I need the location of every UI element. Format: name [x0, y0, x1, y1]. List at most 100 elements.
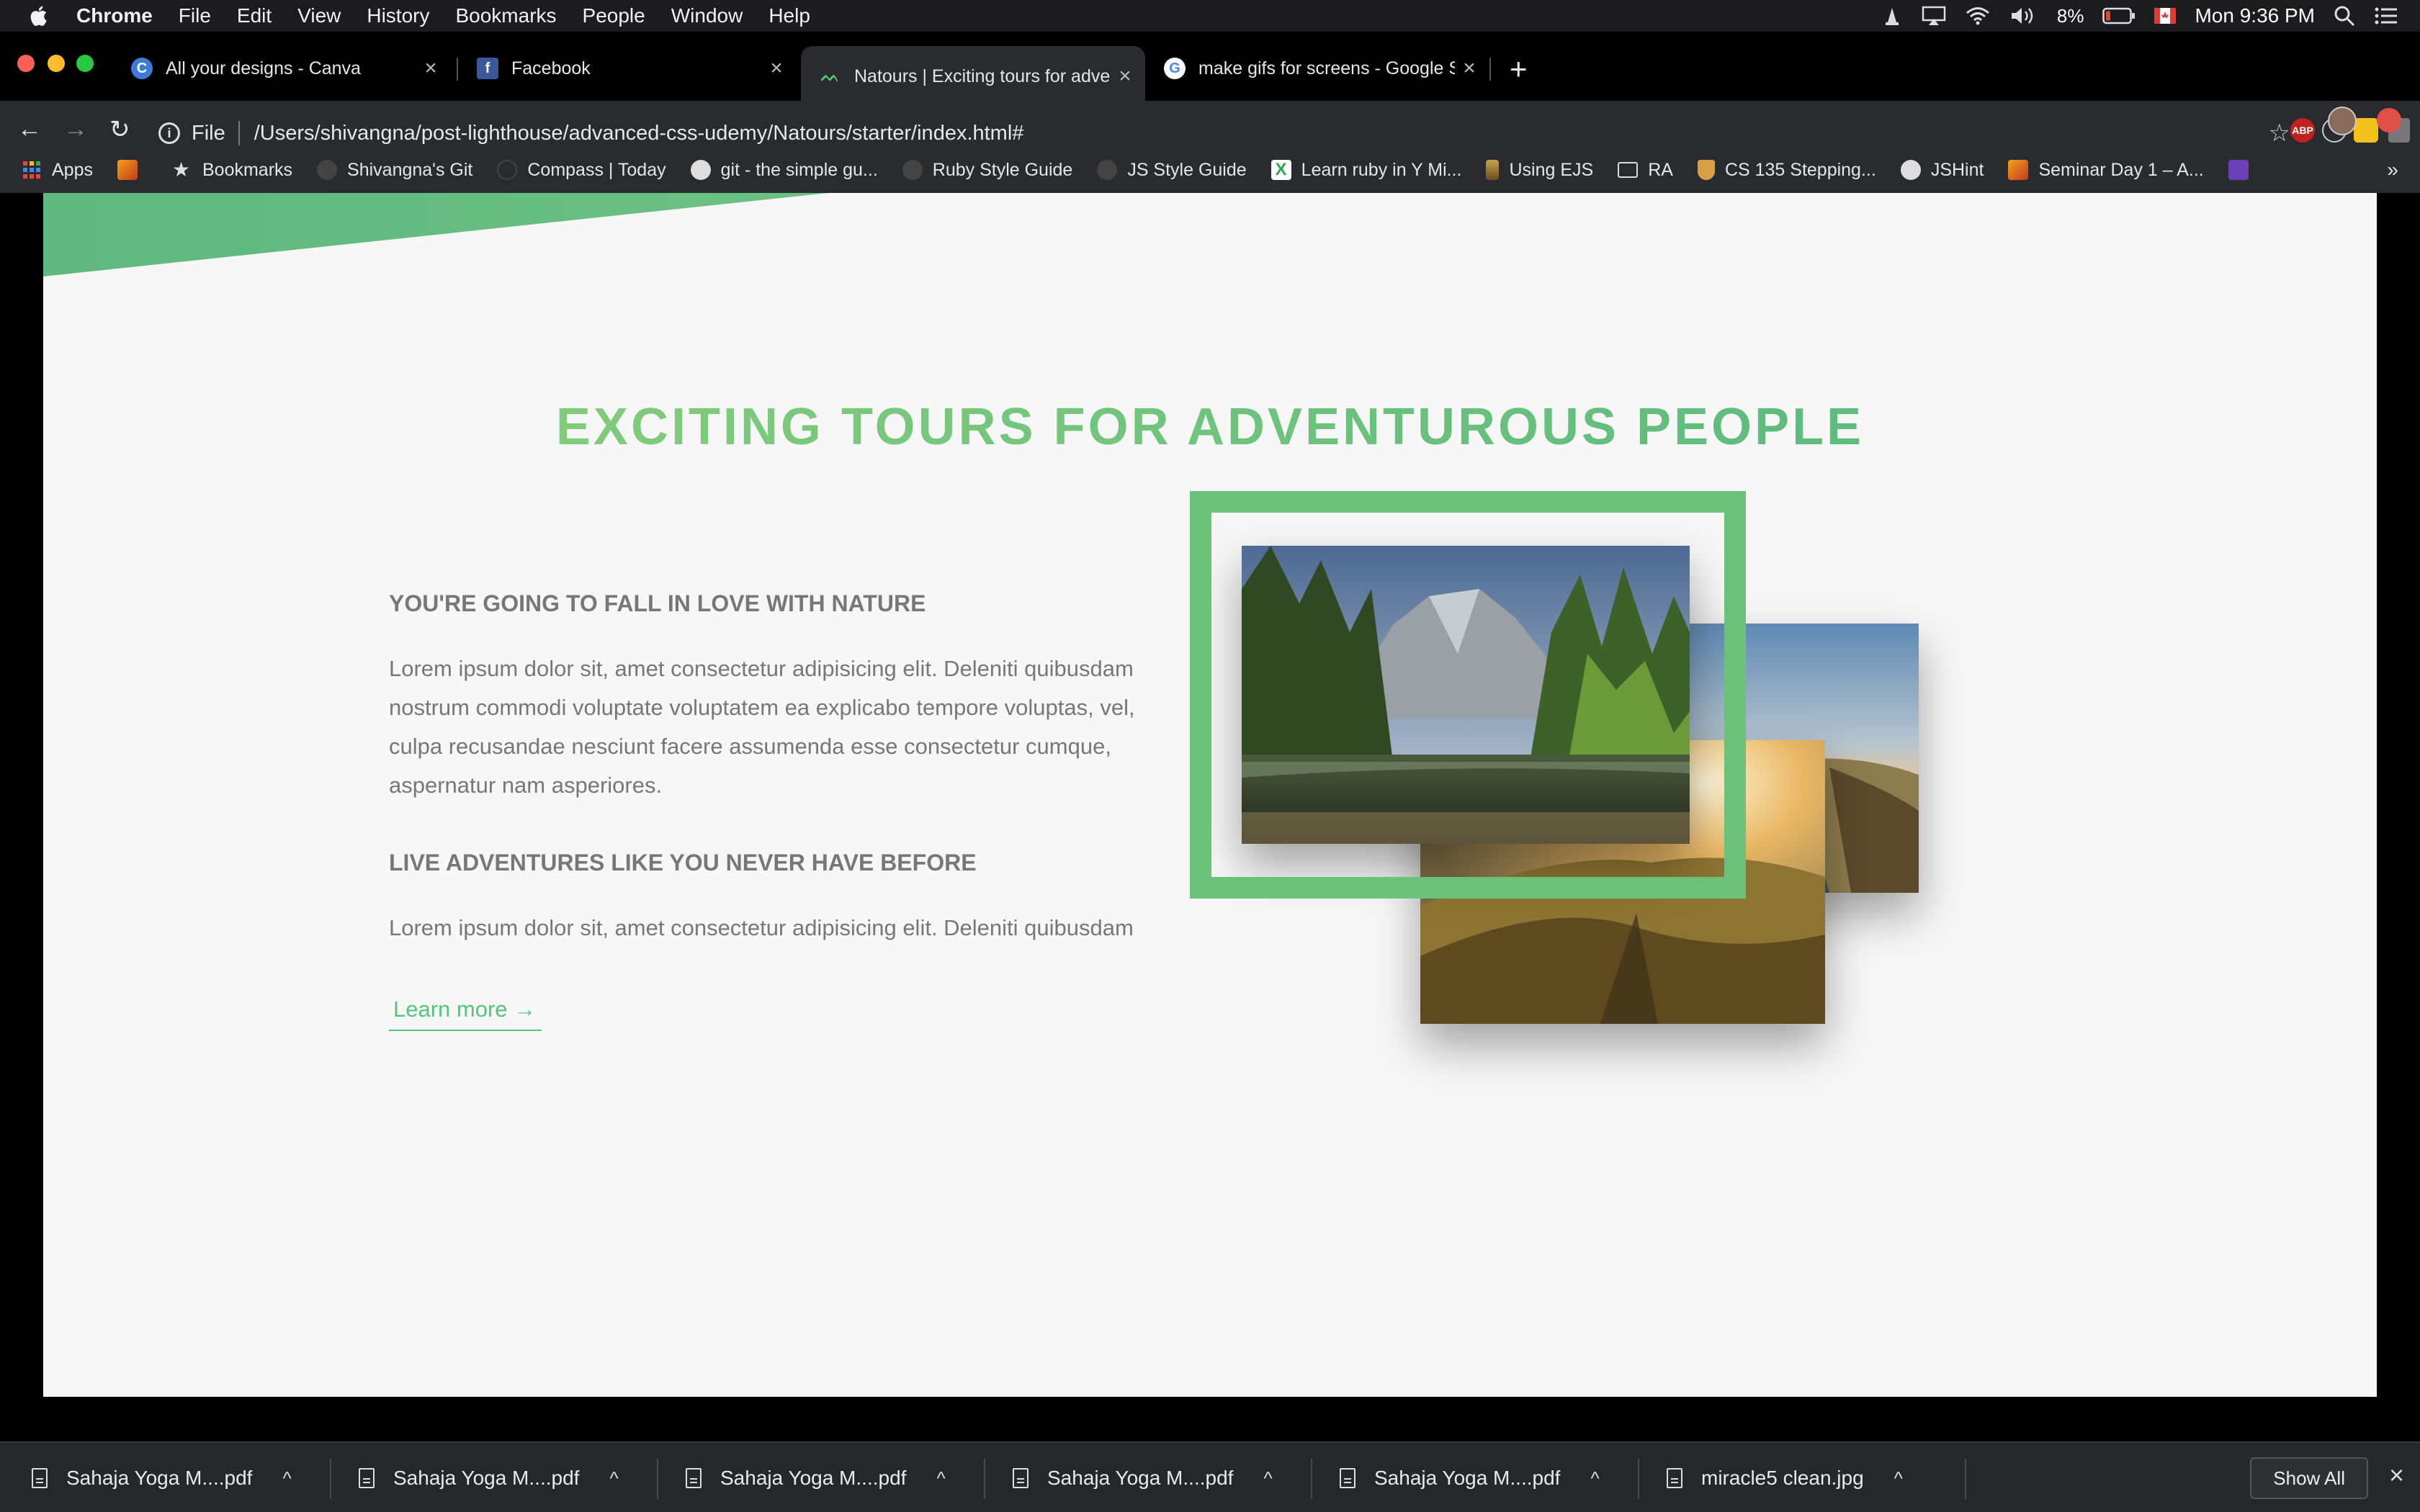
- extension-yellow-icon[interactable]: [2354, 118, 2378, 143]
- subheading-adventures: Live adventures like you never have befo…: [389, 850, 977, 876]
- url-text[interactable]: /Users/shivangna/post-lighthouse/advance…: [254, 122, 1024, 145]
- airplay-icon[interactable]: [1922, 5, 1946, 27]
- download-item[interactable]: Sahaja Yoga M....pdf ^: [686, 1443, 946, 1512]
- learn-more-link[interactable]: Learn more →: [389, 994, 542, 1031]
- chevron-up-icon[interactable]: ^: [1894, 1467, 1903, 1490]
- bookmark-compass[interactable]: Compass | Today: [497, 160, 666, 181]
- download-item[interactable]: Sahaja Yoga M....pdf ^: [359, 1443, 619, 1512]
- tab-facebook[interactable]: f Facebook ×: [458, 46, 797, 91]
- download-divider: [1638, 1459, 1639, 1499]
- canada-flag-icon[interactable]: [2154, 8, 2177, 24]
- bookmark-learn-ruby[interactable]: X Learn ruby in Y Mi...: [1270, 160, 1461, 181]
- wifi-icon[interactable]: [1965, 5, 1991, 27]
- menu-app-name[interactable]: Chrome: [76, 4, 153, 27]
- close-shelf-icon[interactable]: ×: [2389, 1460, 2404, 1490]
- github-icon: [902, 160, 923, 180]
- menu-window[interactable]: Window: [671, 4, 743, 27]
- macos-menu-bar: Chrome File Edit View History Bookmarks …: [0, 0, 2420, 32]
- bookmark-bookmarks[interactable]: ★ Bookmarks: [172, 160, 292, 181]
- download-item[interactable]: Sahaja Yoga M....pdf ^: [32, 1443, 292, 1512]
- tab-close-icon[interactable]: ×: [1111, 64, 1139, 89]
- bookmark-jshint[interactable]: JSHint: [1900, 160, 1984, 181]
- apple-logo-icon[interactable]: [27, 4, 52, 28]
- tab-canva[interactable]: C All your designs - Canva ×: [112, 46, 451, 91]
- download-filename: Sahaja Yoga M....pdf: [720, 1467, 907, 1489]
- menu-edit[interactable]: Edit: [237, 4, 272, 27]
- forward-arrow-icon[interactable]: →: [63, 115, 88, 143]
- menu-file[interactable]: File: [179, 4, 211, 27]
- bookmark-ra-folder[interactable]: RA: [1618, 160, 1673, 181]
- bookmark-label: git - the simple gu...: [720, 159, 878, 180]
- chevron-up-icon[interactable]: ^: [1590, 1467, 1599, 1490]
- volume-icon[interactable]: [2009, 5, 2038, 27]
- bookmark-image[interactable]: [117, 160, 148, 180]
- extension-red-icon[interactable]: [2377, 108, 2401, 132]
- adblock-extension-icon[interactable]: ABP: [2290, 118, 2315, 143]
- download-item[interactable]: Sahaja Yoga M....pdf ^: [1340, 1443, 1600, 1512]
- menu-history[interactable]: History: [367, 4, 429, 27]
- natours-icon: ᨓ: [820, 67, 841, 85]
- download-divider: [1311, 1459, 1312, 1499]
- section-about: Exciting tours for adventurous people Yo…: [43, 193, 2377, 1397]
- chevron-up-icon[interactable]: ^: [282, 1467, 291, 1490]
- new-tab-button[interactable]: +: [1510, 52, 1528, 86]
- chevron-up-icon[interactable]: ^: [1263, 1467, 1272, 1490]
- tab-close-icon[interactable]: ×: [762, 56, 791, 81]
- battery-icon[interactable]: [2102, 7, 2136, 24]
- menu-help[interactable]: Help: [768, 4, 810, 27]
- status-area: 8% Mon 9:36 PM: [1881, 0, 2398, 32]
- photo-hover-outline: [1190, 491, 1746, 899]
- google-icon: G: [1164, 58, 1186, 79]
- window-zoom-button[interactable]: [76, 55, 94, 72]
- url-divider: [238, 121, 240, 145]
- tab-google[interactable]: G make gifs for screens - Google Search …: [1145, 46, 1489, 91]
- site-info-icon[interactable]: i: [158, 122, 180, 144]
- bookmark-star-icon[interactable]: ☆: [2269, 119, 2290, 148]
- window-minimize-button[interactable]: [48, 55, 65, 72]
- shield-icon: [1697, 160, 1715, 180]
- chevron-up-icon[interactable]: ^: [936, 1467, 945, 1490]
- bookmark-shivangna-git[interactable]: Shivangna's Git: [317, 160, 472, 181]
- bookmark-using-ejs[interactable]: Using EJS: [1486, 160, 1593, 181]
- show-all-downloads-button[interactable]: Show All: [2250, 1457, 2368, 1499]
- back-arrow-icon[interactable]: ←: [17, 115, 42, 143]
- vlc-icon[interactable]: [1881, 5, 1903, 27]
- tab-close-icon[interactable]: ×: [416, 56, 445, 81]
- notification-center-icon[interactable]: [2374, 5, 2398, 27]
- download-item[interactable]: Sahaja Yoga M....pdf ^: [1013, 1443, 1273, 1512]
- reload-icon[interactable]: ↻: [109, 115, 130, 144]
- download-divider: [330, 1459, 331, 1499]
- download-item[interactable]: miracle5 clean.jpg ^: [1667, 1443, 1903, 1512]
- bookmark-label: JS Style Guide: [1127, 159, 1247, 180]
- ejs-icon: [1486, 160, 1500, 180]
- bookmark-git-guide[interactable]: git - the simple gu...: [690, 159, 878, 181]
- download-shelf: Sahaja Yoga M....pdf ^ Sahaja Yoga M....…: [0, 1441, 2420, 1512]
- bookmark-label: Apps: [52, 159, 93, 180]
- tab-natours-active[interactable]: ᨓ Natours | Exciting tours for adventuro…: [801, 46, 1145, 107]
- bookmark-label: Shivangna's Git: [347, 159, 473, 180]
- chevron-up-icon[interactable]: ^: [609, 1467, 618, 1490]
- menu-bookmarks[interactable]: Bookmarks: [455, 4, 556, 27]
- section-heading: Exciting tours for adventurous people: [43, 397, 2377, 456]
- bookmark-js-style[interactable]: JS Style Guide: [1097, 159, 1247, 181]
- document-icon: [32, 1468, 48, 1488]
- menu-people[interactable]: People: [583, 4, 645, 27]
- bookmark-apps[interactable]: Apps: [22, 160, 93, 181]
- document-icon: [1340, 1468, 1355, 1488]
- facebook-icon: f: [477, 58, 498, 79]
- bookmark-cs135[interactable]: CS 135 Stepping...: [1697, 160, 1876, 181]
- menu-view[interactable]: View: [297, 4, 341, 27]
- profile-avatar[interactable]: [2328, 107, 2357, 135]
- bookmarks-overflow-chevron-icon[interactable]: »: [2387, 158, 2398, 181]
- clock[interactable]: Mon 9:36 PM: [2195, 4, 2315, 27]
- bookmark-label: Bookmarks: [202, 159, 293, 180]
- subheading-nature: You're going to fall in love with nature: [389, 590, 926, 616]
- github-icon: [1097, 160, 1118, 180]
- window-close-button[interactable]: [17, 55, 35, 72]
- tab-close-icon[interactable]: ×: [1455, 56, 1484, 81]
- canva-icon: C: [131, 58, 153, 79]
- bookmark-seminar[interactable]: Seminar Day 1 – A...: [2008, 160, 2204, 181]
- bookmark-ruby-style[interactable]: Ruby Style Guide: [902, 160, 1072, 181]
- bookmark-purple[interactable]: [2228, 160, 2259, 180]
- spotlight-search-icon[interactable]: [2334, 5, 2355, 27]
